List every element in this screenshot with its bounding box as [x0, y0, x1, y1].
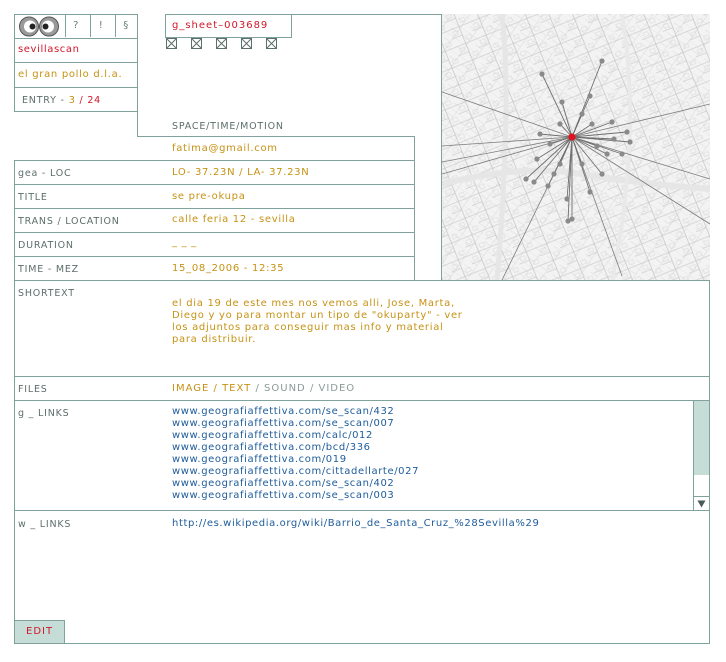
entry-current: 3	[68, 95, 76, 106]
map-point	[594, 143, 600, 149]
files-label: FILES	[18, 384, 48, 395]
map-point	[627, 139, 633, 145]
checkbox-1[interactable]	[166, 38, 177, 49]
file-type-image[interactable]: IMAGE	[172, 383, 209, 394]
duration-value: _ _ _	[172, 237, 197, 248]
g-link[interactable]: www.geografiaffettiva.com/se_scan/402	[172, 478, 419, 490]
scroll-down-icon[interactable]	[694, 496, 709, 510]
checkbox-5[interactable]	[266, 38, 277, 49]
g-links-label: g _ LINKS	[18, 408, 70, 419]
time-value: 15_08_2006 - 12:35	[172, 263, 285, 274]
geo-label: gea - LOC	[18, 168, 72, 179]
map-image	[442, 14, 710, 280]
map-point	[537, 131, 543, 137]
map-location-marker	[568, 133, 576, 141]
map-point	[611, 136, 617, 142]
time-label: TIME - MEZ	[18, 264, 79, 275]
map-panel[interactable]	[441, 14, 710, 280]
edit-button[interactable]: EDIT	[15, 620, 65, 643]
w-links-label: w _ LINKS	[18, 519, 72, 530]
g-link[interactable]: www.geografiaffettiva.com/se_scan/003	[172, 490, 419, 502]
map-point	[559, 99, 565, 105]
help-icon[interactable]: ?	[65, 15, 86, 37]
trans-value: calle feria 12 - sevilla	[172, 214, 296, 225]
entry-sep: /	[79, 95, 84, 106]
shorttext-line: los adjuntos para conseguir mas info y m…	[172, 322, 444, 333]
section-header: SPACE/TIME/MOTION	[172, 121, 284, 132]
map-point	[619, 151, 625, 157]
map-point	[547, 141, 553, 147]
g-links-list: www.geografiaffettiva.com/se_scan/432 ww…	[172, 406, 419, 502]
title-value: se pre-okupa	[172, 191, 246, 202]
entry-counter: ENTRY - 3 / 24	[22, 95, 101, 106]
shorttext-line: el dia 19 de este mes nos vemos alli, Jo…	[172, 298, 455, 309]
map-point	[531, 179, 537, 185]
alert-icon[interactable]: !	[90, 15, 111, 37]
w-links-list: http://es.wikipedia.org/wiki/Barrio_de_S…	[172, 518, 539, 530]
g-link[interactable]: www.geografiaffettiva.com/se_scan/432	[172, 406, 419, 418]
map-point	[599, 58, 605, 64]
map-point	[534, 156, 540, 162]
w-link[interactable]: http://es.wikipedia.org/wiki/Barrio_de_S…	[172, 518, 539, 530]
map-point	[545, 183, 551, 189]
checkbox-3[interactable]	[216, 38, 227, 49]
map-point	[624, 129, 630, 135]
map-point	[599, 171, 605, 177]
g-link[interactable]: www.geografiaffettiva.com/calc/012	[172, 430, 419, 442]
map-point	[539, 71, 545, 77]
app-name: sevillascan	[18, 44, 80, 55]
map-point	[579, 161, 585, 167]
geo-value: LO- 37.23N / LA- 37.23N	[172, 167, 310, 178]
duration-label: DURATION	[18, 240, 74, 251]
checkbox-4[interactable]	[241, 38, 252, 49]
map-point	[609, 119, 615, 125]
shorttext-line: para distribuir.	[172, 334, 257, 345]
map-point	[604, 151, 610, 157]
file-type-text[interactable]: TEXT	[222, 383, 251, 394]
file-type-sep: /	[213, 383, 218, 394]
trans-label: TRANS / LOCATION	[18, 216, 120, 227]
map-point	[551, 171, 557, 177]
map-point	[557, 121, 563, 127]
map-point	[565, 218, 571, 224]
subtitle: el gran pollo d.l.a.	[18, 69, 123, 80]
file-type-sep: /	[255, 383, 260, 394]
file-types: IMAGE / TEXT / SOUND / VIDEO	[172, 383, 355, 394]
scrollbar-thumb[interactable]	[694, 401, 709, 475]
map-point	[587, 93, 593, 99]
file-type-sound[interactable]: SOUND	[264, 383, 306, 394]
edit-label: EDIT	[26, 626, 54, 637]
section-icon[interactable]: §	[115, 15, 136, 37]
map-point	[587, 189, 593, 195]
g-links-scrollbar[interactable]	[693, 401, 709, 510]
g-link[interactable]: www.geografiaffettiva.com/bcd/336	[172, 442, 419, 454]
map-point	[579, 111, 585, 117]
logo-icon	[19, 16, 59, 37]
g-link[interactable]: www.geografiaffettiva.com/cittadellarte/…	[172, 466, 419, 478]
file-type-sep: /	[309, 383, 315, 394]
checkbox-2[interactable]	[191, 38, 202, 49]
map-point	[557, 161, 563, 167]
email-value: fatima@gmail.com	[172, 143, 278, 154]
shorttext-line: Diego y yo para montar un tipo de "okupa…	[172, 310, 463, 321]
entry-label: ENTRY -	[22, 95, 65, 106]
title-label: TITLE	[18, 192, 48, 203]
sheet-id: g_sheet–003689	[172, 20, 269, 31]
shorttext-body: el dia 19 de este mes nos vemos alli, Jo…	[172, 298, 463, 346]
g-link[interactable]: www.geografiaffettiva.com/se_scan/007	[172, 418, 419, 430]
map-point	[589, 121, 595, 127]
entry-total: 24	[87, 95, 102, 106]
g-link[interactable]: www.geografiaffettiva.com/019	[172, 454, 419, 466]
file-type-video[interactable]: VIDEO	[319, 383, 356, 394]
logo	[18, 16, 62, 37]
map-point	[564, 196, 570, 202]
map-point	[523, 176, 529, 182]
shorttext-label: SHORTEXT	[18, 288, 75, 299]
